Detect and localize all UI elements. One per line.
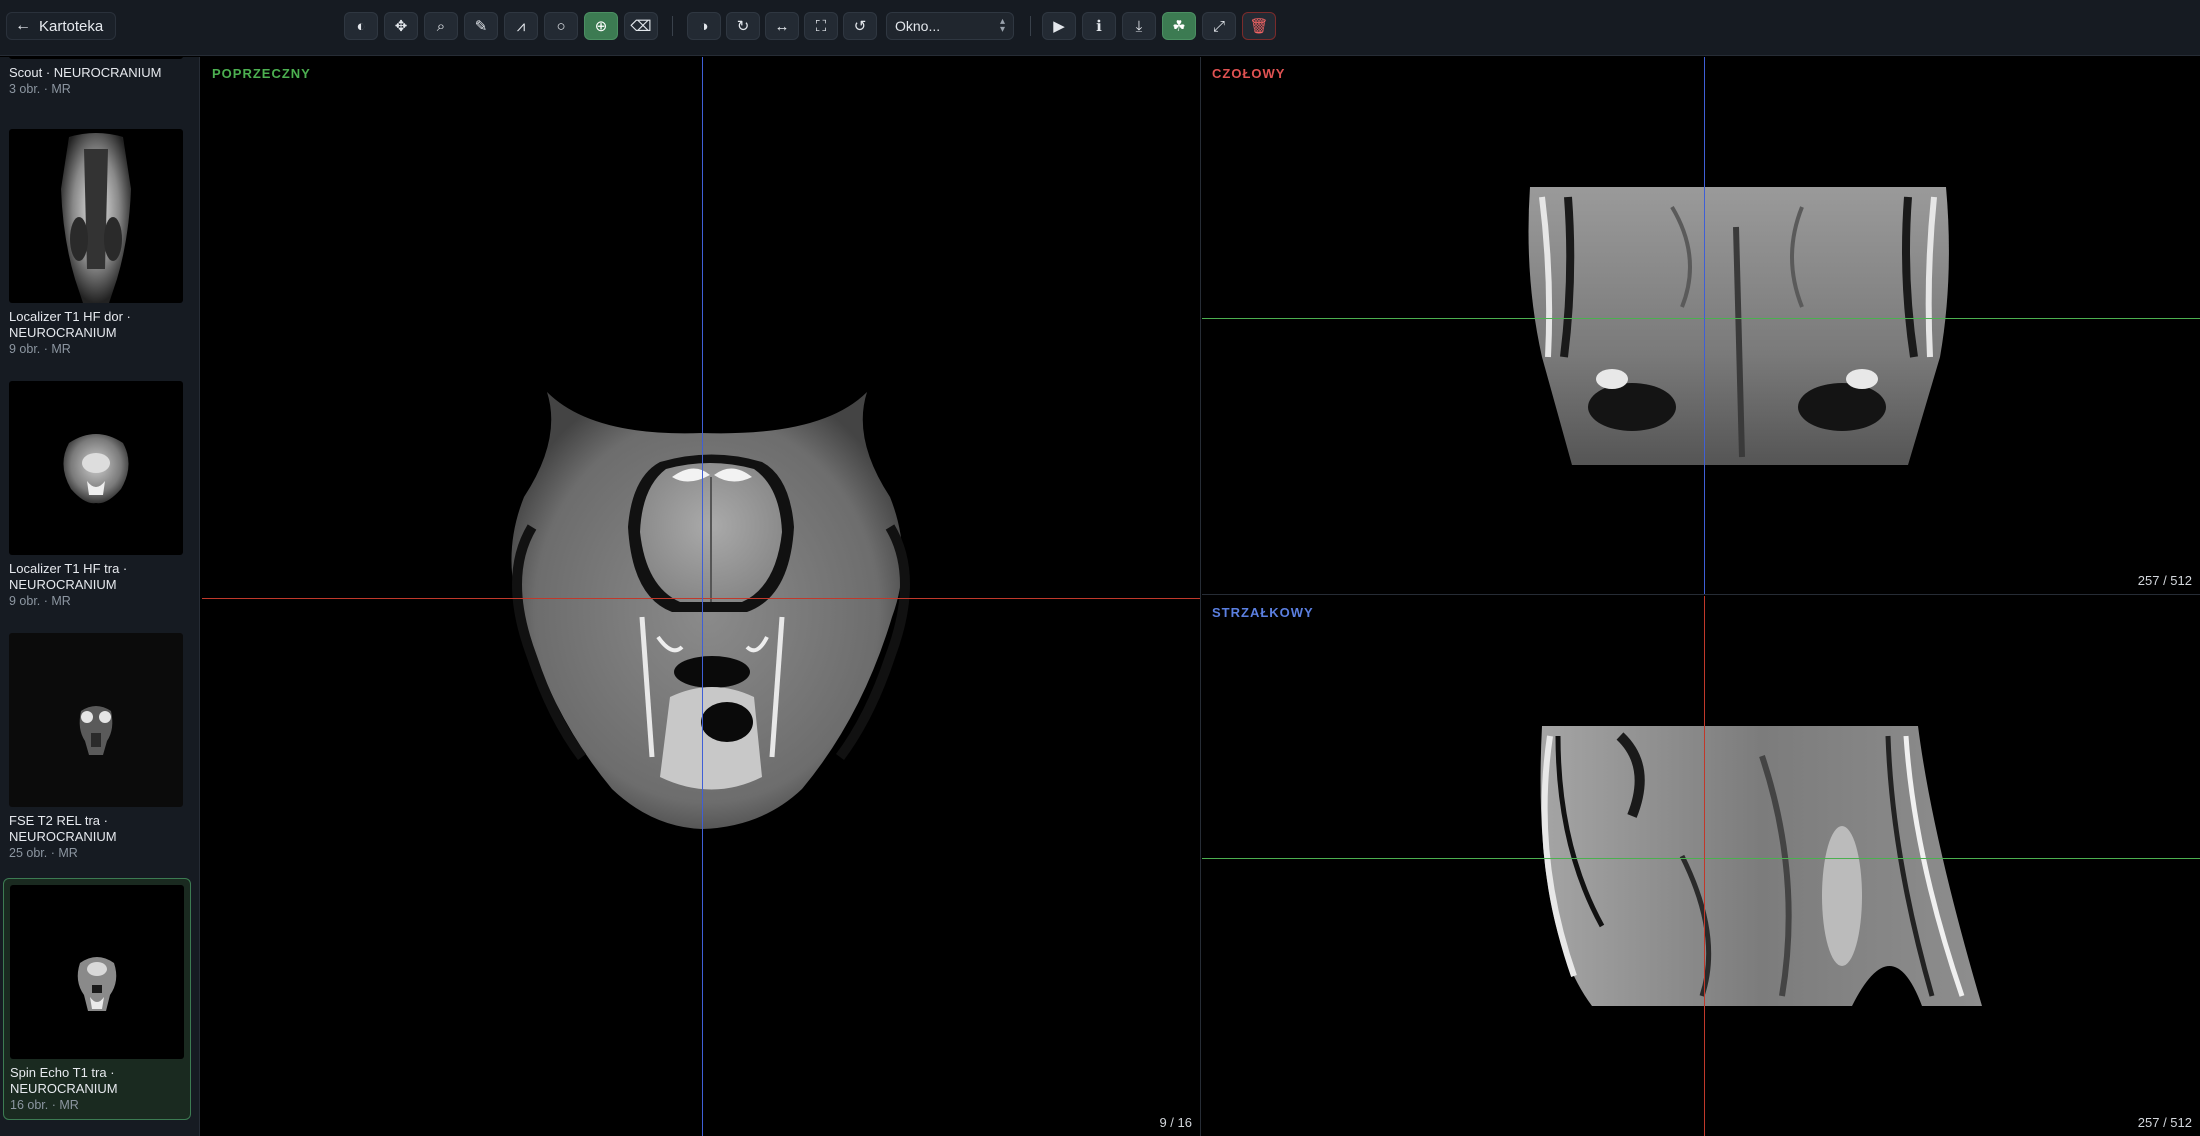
flip-horizontal-icon: ↔: [774, 17, 790, 35]
ellipse-tool-button[interactable]: ○: [544, 12, 578, 40]
series-item-localizer-tra[interactable]: Localizer T1 HF tra · NEUROCRANIUM 9 obr…: [3, 375, 191, 615]
arrow-left-icon: ←: [15, 17, 31, 34]
series-meta: 16 obr. · MR: [10, 1098, 79, 1112]
series-thumbnail: [9, 381, 183, 555]
rotate-right-icon: ↻: [736, 18, 750, 35]
main-toolbar: ← Kartoteka ◐ ✥ ⌕ ✎ ⩘ ○ ⊕ ⌫ ◑ ↻ ↔ ⛶ ↺ Okno... ▴ ▾ ▶ ℹ…: [0, 0, 2200, 56]
axial-reference-line[interactable]: [1202, 858, 2200, 859]
crosshair-tool-button[interactable]: ⊕: [584, 12, 618, 40]
series-title: Scout · NEUROCRANIUM: [9, 65, 162, 80]
series-item-fse-t2[interactable]: FSE T2 REL tra · NEUROCRANIUM 25 obr. · …: [3, 627, 191, 867]
move-icon: ✥: [394, 18, 408, 35]
series-thumbnail: [9, 633, 183, 807]
back-to-records-button[interactable]: ← Kartoteka: [6, 12, 117, 40]
axial-viewport[interactable]: POPRZECZNY 9 / 16: [202, 57, 1201, 1136]
series-meta: 25 obr. · MR: [9, 846, 78, 860]
angle-icon: ⩘: [516, 17, 526, 35]
series-thumbnail: [10, 885, 184, 1059]
series-thumbnail: [9, 129, 183, 303]
series-title: Localizer T1 HF dor · NEUROCRANIUM: [9, 309, 131, 340]
zoom-icon: ⌕: [436, 17, 446, 35]
play-tool-button[interactable]: ▶: [1042, 12, 1076, 40]
toolbar-divider: [672, 16, 673, 36]
coronal-slice-counter: 257 / 512: [2137, 573, 2192, 588]
fit-icon: ⛶: [815, 17, 827, 35]
invert-icon: ◑: [699, 17, 709, 35]
trash-tool-button[interactable]: 🗑: [1242, 12, 1276, 40]
move-tool-button[interactable]: ✥: [384, 12, 418, 40]
reset-icon: ↺: [853, 18, 867, 35]
flip-horizontal-tool-button[interactable]: ↔: [765, 12, 799, 40]
sagittal-image: [1540, 726, 1982, 1006]
series-item-localizer-dor[interactable]: Localizer T1 HF dor · NEUROCRANIUM 9 obr…: [3, 123, 191, 363]
fullscreen-tool-button[interactable]: ⤢: [1202, 12, 1236, 40]
mpr-tool-button[interactable]: ☘: [1162, 12, 1196, 40]
select-caret-icon: ▴ ▾: [999, 16, 1005, 35]
ruler-icon: ✎: [474, 18, 488, 35]
series-item-scout[interactable]: Scout · NEUROCRANIUM 3 obr. · MR: [3, 57, 191, 103]
mpr-icon: ☘: [1172, 18, 1186, 35]
rotate-right-tool-button[interactable]: ↻: [726, 12, 760, 40]
sagittal-viewport-label: STRZAŁKOWY: [1212, 605, 1314, 620]
download-icon: ⤓: [1135, 17, 1143, 35]
download-tool-button[interactable]: ⤓: [1122, 12, 1156, 40]
coronal-viewport[interactable]: CZOŁOWY 257 / 512: [1202, 57, 2200, 595]
series-title: Localizer T1 HF tra · NEUROCRANIUM: [9, 561, 128, 592]
window-preset-select[interactable]: Okno... ▴ ▾: [886, 12, 1014, 40]
coronal-reference-line[interactable]: [1704, 596, 1705, 1136]
ellipse-icon: ○: [556, 17, 566, 35]
fullscreen-icon: ⤢: [1212, 17, 1225, 35]
zoom-tool-button[interactable]: ⌕: [424, 12, 458, 40]
ruler-tool-button[interactable]: ✎: [464, 12, 498, 40]
trash-icon: 🗑: [1249, 18, 1269, 35]
info-tool-button[interactable]: ℹ: [1082, 12, 1116, 40]
axial-viewport-label: POPRZECZNY: [212, 66, 311, 81]
window-preset-value: Okno...: [895, 18, 941, 34]
invert-tool-button[interactable]: ◑: [687, 12, 721, 40]
series-title: FSE T2 REL tra · NEUROCRANIUM: [9, 813, 117, 844]
series-title: Spin Echo T1 tra · NEUROCRANIUM: [10, 1065, 118, 1096]
eraser-icon: ⌫: [630, 18, 652, 35]
series-sidebar: Scout · NEUROCRANIUM 3 obr. · MR Localiz…: [0, 57, 200, 1136]
back-button-label: Kartoteka: [39, 17, 104, 35]
series-meta: 9 obr. · MR: [9, 594, 71, 608]
crosshair-icon: ⊕: [594, 18, 608, 35]
eraser-tool-button[interactable]: ⌫: [624, 12, 658, 40]
sagittal-reference-line[interactable]: [702, 57, 703, 1136]
sagittal-reference-line[interactable]: [1704, 57, 1705, 594]
series-meta: 9 obr. · MR: [9, 342, 71, 356]
reset-tool-button[interactable]: ↺: [843, 12, 877, 40]
coronal-viewport-label: CZOŁOWY: [1212, 66, 1286, 81]
axial-reference-line[interactable]: [1202, 318, 2200, 319]
contrast-half-icon: ◐: [356, 17, 366, 35]
coronal-reference-line[interactable]: [202, 598, 1200, 599]
series-meta: 3 obr. · MR: [9, 82, 71, 96]
play-icon: ▶: [1053, 18, 1065, 35]
toolbar-divider: [1030, 16, 1031, 36]
coronal-image: [1528, 187, 1949, 465]
fit-tool-button[interactable]: ⛶: [804, 12, 838, 40]
series-item-spin-echo-t1[interactable]: Spin Echo T1 tra · NEUROCRANIUM 16 obr. …: [3, 878, 191, 1120]
angle-tool-button[interactable]: ⩘: [504, 12, 538, 40]
series-thumbnail: [9, 57, 183, 59]
sagittal-slice-counter: 257 / 512: [2137, 1115, 2192, 1130]
info-icon: ℹ: [1096, 18, 1102, 35]
sagittal-viewport[interactable]: STRZAŁKOWY 257 / 512: [1202, 596, 2200, 1136]
contrast-half-tool-button[interactable]: ◐: [344, 12, 378, 40]
axial-slice-counter: 9 / 16: [1159, 1115, 1192, 1130]
